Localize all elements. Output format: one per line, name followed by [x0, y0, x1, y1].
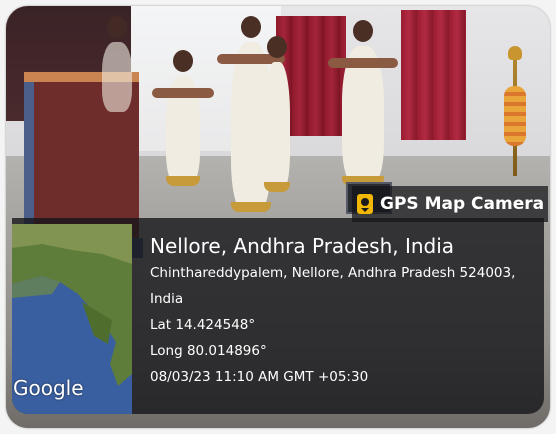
- map-pin-icon: [356, 194, 374, 214]
- location-title: Nellore, Andhra Pradesh, India: [150, 234, 455, 258]
- address-country: India: [150, 291, 184, 307]
- dancer: [152, 50, 214, 186]
- dancer: [264, 36, 290, 192]
- location-details: Nellore, Andhra Pradesh, India Chinthare…: [150, 232, 542, 390]
- dancer: [102, 16, 132, 112]
- red-curtain: [401, 10, 466, 140]
- longitude: Long 80.014896°: [150, 343, 267, 359]
- oil-lamp: [504, 46, 526, 186]
- latitude: Lat 14.424548°: [150, 317, 256, 333]
- google-logo: Google: [13, 376, 84, 400]
- gps-map-camera-badge: GPS Map Camera: [352, 186, 548, 222]
- address-line: Chinthareddypalem, Nellore, Andhra Prade…: [150, 265, 516, 281]
- dancer: [328, 20, 398, 186]
- timestamp: 08/03/23 11:10 AM GMT +05:30: [150, 369, 369, 385]
- brand-label: GPS Map Camera: [380, 194, 545, 214]
